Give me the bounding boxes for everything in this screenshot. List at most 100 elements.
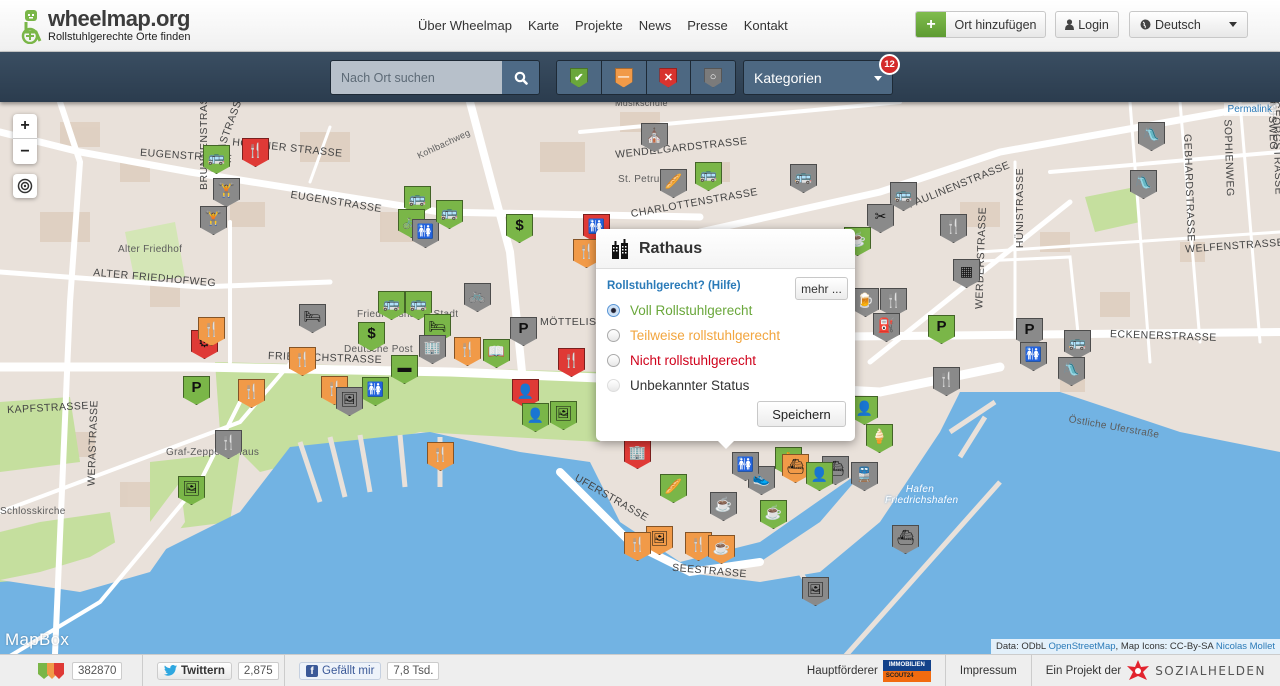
hairdresser-icon: ✂ (874, 208, 887, 224)
target-icon (17, 178, 33, 194)
bakery-icon: 🥖 (664, 173, 683, 189)
radio-option-unknown[interactable]: Unbekannter Status (607, 378, 749, 393)
imprint-label: Impressum (959, 664, 1017, 677)
bus-stop-icon: 🚌 (382, 295, 401, 311)
logo-title: wheelmap.org (48, 6, 190, 31)
dropdown-caret-icon (1229, 22, 1237, 27)
toilets-icon: 🚻 (736, 456, 755, 472)
circle-icon: ○ (704, 67, 723, 88)
search-button[interactable] (502, 61, 539, 94)
pub-icon: 🍺 (856, 292, 875, 308)
categories-dropdown[interactable]: Kategorien (743, 60, 893, 95)
radio-option-partially[interactable]: Teilweise rollstuhlgerecht (607, 328, 780, 343)
restaurant-icon: 🍴 (219, 434, 238, 450)
memorial-icon: ▬ (397, 359, 412, 375)
logo[interactable]: wheelmap.org Rollstuhlgerechte Orte find… (20, 8, 190, 44)
monument-icon: 👤 (516, 383, 535, 399)
nav-projects[interactable]: Projekte (575, 18, 623, 33)
fuel-icon: ⛽ (877, 317, 896, 333)
footer-right: Hauptförderer IMMOBILIEN SCOUT24 Impress… (793, 655, 1280, 686)
project-label: Ein Projekt der (1045, 664, 1122, 677)
attribution-prefix: Data: ODbL (996, 641, 1049, 652)
restaurant-icon: 🍴 (202, 321, 221, 337)
icon-author-link[interactable]: Nicolas Mollet (1216, 641, 1275, 652)
radio-button[interactable] (607, 354, 620, 367)
language-select[interactable]: Deutsch (1129, 11, 1248, 38)
twitter-icon (164, 665, 177, 676)
cafe-icon: ☕ (764, 504, 783, 520)
restaurant-icon: 🍴 (628, 536, 647, 552)
radio-button[interactable] (607, 379, 620, 392)
zoom-control: + − (13, 114, 37, 164)
parking-icon: P (518, 320, 529, 337)
radio-label: Unbekannter Status (630, 378, 750, 393)
tweet-button[interactable]: Twittern (157, 661, 232, 680)
hotel-icon: 🛏 (428, 318, 447, 334)
zoom-out-button[interactable]: − (13, 139, 37, 164)
globe-icon (1140, 19, 1151, 30)
restaurant-icon: 🍴 (944, 218, 963, 234)
add-place-label: Ort hinzufügen (954, 17, 1037, 32)
playground-icon: 🛝 (1142, 126, 1161, 142)
hotel-icon: 🛏 (303, 308, 322, 324)
language-label: Deutsch (1155, 17, 1201, 32)
reading-icon: 👤 (810, 466, 829, 482)
nav-contact[interactable]: Kontakt (744, 18, 788, 33)
search-input[interactable] (331, 61, 502, 94)
radio-option-not[interactable]: Nicht rollstuhlgerecht (607, 353, 756, 368)
status-markers-icon (38, 662, 64, 679)
bus-stop-icon: 🚌 (699, 166, 718, 182)
toilets-icon: 🚻 (416, 223, 435, 239)
sponsor[interactable]: Hauptförderer IMMOBILIEN SCOUT24 (793, 655, 946, 686)
restaurant-icon: 🍴 (562, 352, 581, 368)
plus-icon: + (916, 12, 946, 37)
worship-icon: ⛪ (645, 127, 664, 143)
save-button[interactable]: Speichern (757, 401, 846, 427)
bank-icon: $ (367, 325, 376, 342)
project-credit[interactable]: Ein Projekt der SOZIALHELDEN (1032, 655, 1280, 686)
train-icon: 🚆 (855, 466, 874, 482)
ice-cream-icon: 🍦 (870, 428, 889, 444)
accessibility-help-link[interactable]: Rollstuhlgerecht? (Hilfe) (607, 280, 741, 292)
museum-icon: 🖼 (806, 581, 825, 597)
cafe-icon: ☕ (714, 496, 733, 512)
permalink-link[interactable]: Permalink (1223, 103, 1276, 116)
search-icon (514, 71, 528, 85)
filter-unknown[interactable]: ○ (691, 61, 735, 94)
filter-partially-accessible[interactable]: — (601, 61, 647, 94)
status-filter-group: ✔ — ✕ ○ (556, 60, 736, 95)
cross-icon: ✕ (659, 67, 678, 88)
museum-icon: 🖼 (340, 391, 359, 407)
bus-stop-icon: 🚌 (1068, 334, 1087, 350)
radio-button[interactable] (607, 329, 620, 342)
nav-news[interactable]: News (639, 18, 672, 33)
add-place-button[interactable]: + Ort hinzufügen (915, 11, 1046, 38)
more-button[interactable]: mehr ... (795, 277, 848, 300)
radio-option-fully[interactable]: Voll Rollstuhlgerecht (607, 303, 752, 318)
restaurant-icon: 🍴 (242, 383, 261, 399)
townhall-icon: 🏢 (628, 444, 647, 460)
login-button[interactable]: Login (1055, 11, 1119, 38)
museum-icon: 🖼 (650, 530, 669, 546)
bakery-icon: 🥖 (664, 478, 683, 494)
osm-link[interactable]: OpenStreetMap (1048, 641, 1115, 652)
playground-icon: 🛝 (1134, 174, 1153, 190)
check-icon: ✔ (569, 67, 588, 88)
imprint-link[interactable]: Impressum (946, 655, 1032, 686)
locate-button[interactable] (13, 174, 37, 198)
filter-fully-accessible[interactable]: ✔ (557, 61, 602, 94)
filter-not-accessible[interactable]: ✕ (646, 61, 692, 94)
login-label: Login (1078, 17, 1109, 32)
museum-icon: 🖼 (554, 405, 573, 421)
nav-about[interactable]: Über Wheelmap (418, 18, 512, 33)
radio-button[interactable] (607, 304, 620, 317)
gym-icon: 🏋 (204, 210, 223, 226)
restaurant-icon: 🍴 (246, 142, 265, 158)
townhall-icon (612, 238, 628, 259)
like-button[interactable]: f Gefällt mir (299, 661, 382, 680)
mapbox-logo[interactable]: MapBox (5, 630, 69, 650)
zoom-in-button[interactable]: + (13, 114, 37, 139)
bank-icon: $ (515, 217, 524, 234)
nav-map[interactable]: Karte (528, 18, 559, 33)
nav-press[interactable]: Presse (687, 18, 727, 33)
